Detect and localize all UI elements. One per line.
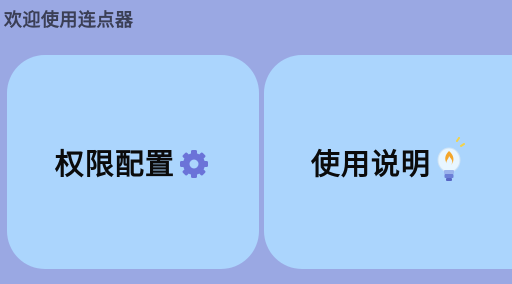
gear-icon xyxy=(177,147,211,181)
instructions-content: 使用说明 xyxy=(310,137,465,189)
instructions-card[interactable]: 使用说明 xyxy=(264,55,512,269)
permission-settings-content: 权限配置 xyxy=(55,146,211,182)
instructions-label: 使用说明 xyxy=(310,147,431,181)
permission-settings-card[interactable]: 权限配置 xyxy=(7,55,259,269)
welcome-title: 欢迎使用连点器 xyxy=(4,10,134,31)
permission-settings-label: 权限配置 xyxy=(54,147,175,181)
lightbulb-icon xyxy=(435,137,465,187)
